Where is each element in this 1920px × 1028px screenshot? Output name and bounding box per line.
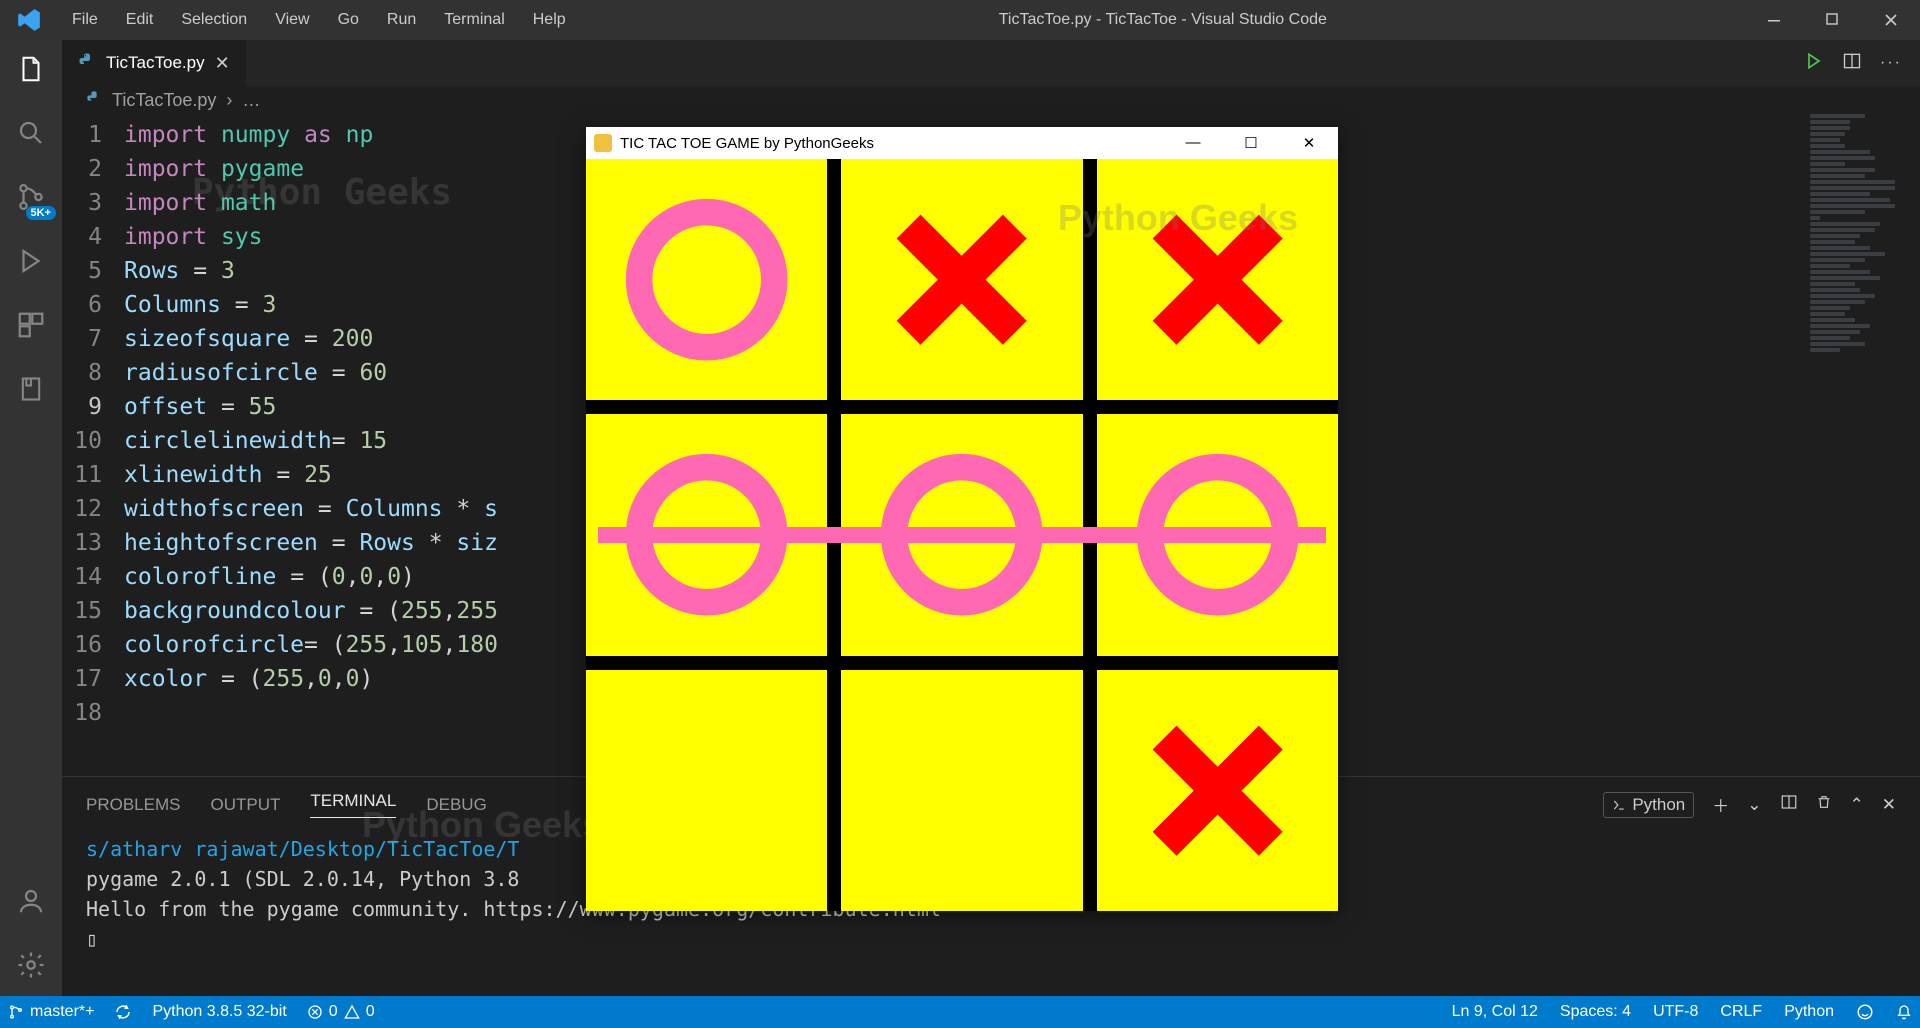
kill-terminal-icon[interactable] bbox=[1816, 793, 1832, 816]
tab-bar: TicTacToe.py ✕ ··· bbox=[62, 40, 1920, 86]
search-icon[interactable] bbox=[14, 116, 48, 150]
board-cell[interactable] bbox=[841, 159, 1082, 400]
status-interpreter[interactable]: Python 3.8.5 32-bit bbox=[152, 1003, 286, 1021]
explorer-icon[interactable] bbox=[14, 52, 48, 86]
win-line bbox=[598, 527, 1326, 543]
game-window: TIC TAC TOE GAME by PythonGeeks — ☐ ✕ Py… bbox=[586, 127, 1338, 911]
extensions-icon[interactable] bbox=[14, 308, 48, 342]
menu-file[interactable]: File bbox=[58, 11, 112, 29]
status-bar: master*+ Python 3.8.5 32-bit 0 0 Ln 9, C… bbox=[0, 996, 1920, 1028]
board-cell[interactable] bbox=[586, 670, 827, 911]
breadcrumb-more: … bbox=[242, 90, 260, 111]
menu-help[interactable]: Help bbox=[519, 11, 580, 29]
status-notifications-icon[interactable] bbox=[1896, 1003, 1912, 1021]
menu-go[interactable]: Go bbox=[324, 11, 373, 29]
more-actions-icon[interactable]: ··· bbox=[1880, 54, 1902, 72]
python-file-icon bbox=[86, 90, 102, 111]
game-title: TIC TAC TOE GAME by PythonGeeks bbox=[620, 135, 874, 152]
status-indentation[interactable]: Spaces: 4 bbox=[1560, 1003, 1631, 1021]
status-sync-icon[interactable] bbox=[114, 1003, 132, 1021]
close-panel-icon[interactable]: ✕ bbox=[1882, 795, 1896, 815]
new-terminal-icon[interactable]: ＋ bbox=[1712, 792, 1729, 817]
status-language[interactable]: Python bbox=[1784, 1003, 1834, 1021]
run-debug-icon[interactable] bbox=[14, 244, 48, 278]
board-cell[interactable] bbox=[841, 670, 1082, 911]
board-cell[interactable] bbox=[586, 159, 827, 400]
panel-tab-terminal[interactable]: TERMINAL bbox=[310, 791, 396, 818]
minimap[interactable] bbox=[1810, 114, 1920, 414]
bookmark-icon[interactable] bbox=[14, 372, 48, 406]
terminal-shell-indicator[interactable]: Python bbox=[1603, 792, 1694, 818]
menu-selection[interactable]: Selection bbox=[167, 11, 261, 29]
chevron-right-icon: › bbox=[226, 90, 232, 111]
split-editor-icon[interactable] bbox=[1842, 51, 1862, 76]
tab-tictactoe[interactable]: TicTacToe.py ✕ bbox=[62, 40, 247, 86]
window-maximize-button[interactable] bbox=[1804, 0, 1862, 40]
panel-tab-problems[interactable]: PROBLEMS bbox=[86, 795, 180, 815]
status-eol[interactable]: CRLF bbox=[1720, 1003, 1762, 1021]
game-maximize-button[interactable]: ☐ bbox=[1222, 134, 1280, 152]
pygame-icon bbox=[594, 134, 612, 152]
activity-bar: 5K+ bbox=[0, 40, 62, 996]
account-icon[interactable] bbox=[14, 884, 48, 918]
panel-tab-debug[interactable]: DEBUG bbox=[426, 795, 486, 815]
window-close-button[interactable] bbox=[1862, 0, 1920, 40]
status-problems[interactable]: 0 0 bbox=[307, 1003, 375, 1021]
game-close-button[interactable]: ✕ bbox=[1280, 134, 1338, 152]
tab-label: TicTacToe.py bbox=[106, 53, 205, 73]
scm-badge: 5K+ bbox=[26, 206, 57, 220]
python-file-icon bbox=[78, 52, 96, 75]
source-control-icon[interactable]: 5K+ bbox=[14, 180, 48, 214]
panel-tab-output[interactable]: OUTPUT bbox=[210, 795, 280, 815]
game-title-bar: TIC TAC TOE GAME by PythonGeeks — ☐ ✕ bbox=[586, 127, 1338, 159]
board-cell[interactable] bbox=[1097, 159, 1338, 400]
maximize-panel-icon[interactable]: ⌃ bbox=[1850, 795, 1864, 815]
menu-terminal[interactable]: Terminal bbox=[430, 11, 518, 29]
window-title: TicTacToe.py - TicTacToe - Visual Studio… bbox=[580, 11, 1746, 29]
board-cell[interactable] bbox=[1097, 670, 1338, 911]
settings-gear-icon[interactable] bbox=[14, 948, 48, 982]
window-minimize-button[interactable] bbox=[1746, 0, 1804, 40]
status-encoding[interactable]: UTF-8 bbox=[1653, 1003, 1698, 1021]
status-branch[interactable]: master*+ bbox=[8, 1003, 94, 1021]
menu-edit[interactable]: Edit bbox=[112, 11, 168, 29]
split-terminal-icon[interactable] bbox=[1780, 793, 1798, 816]
vscode-logo-icon bbox=[0, 7, 58, 33]
menu-run[interactable]: Run bbox=[373, 11, 430, 29]
status-feedback-icon[interactable] bbox=[1856, 1003, 1874, 1021]
breadcrumb[interactable]: TicTacToe.py › … bbox=[62, 86, 1920, 114]
run-file-icon[interactable] bbox=[1804, 51, 1824, 76]
menu-view[interactable]: View bbox=[261, 11, 323, 29]
game-board[interactable] bbox=[586, 159, 1338, 911]
breadcrumb-file: TicTacToe.py bbox=[112, 90, 216, 111]
close-tab-icon[interactable]: ✕ bbox=[215, 53, 230, 74]
menu-bar: File Edit Selection View Go Run Terminal… bbox=[58, 11, 580, 29]
terminal-dropdown-icon[interactable]: ⌄ bbox=[1747, 795, 1761, 815]
title-bar: File Edit Selection View Go Run Terminal… bbox=[0, 0, 1920, 40]
game-minimize-button[interactable]: — bbox=[1164, 134, 1222, 152]
status-cursor-position[interactable]: Ln 9, Col 12 bbox=[1452, 1003, 1538, 1021]
